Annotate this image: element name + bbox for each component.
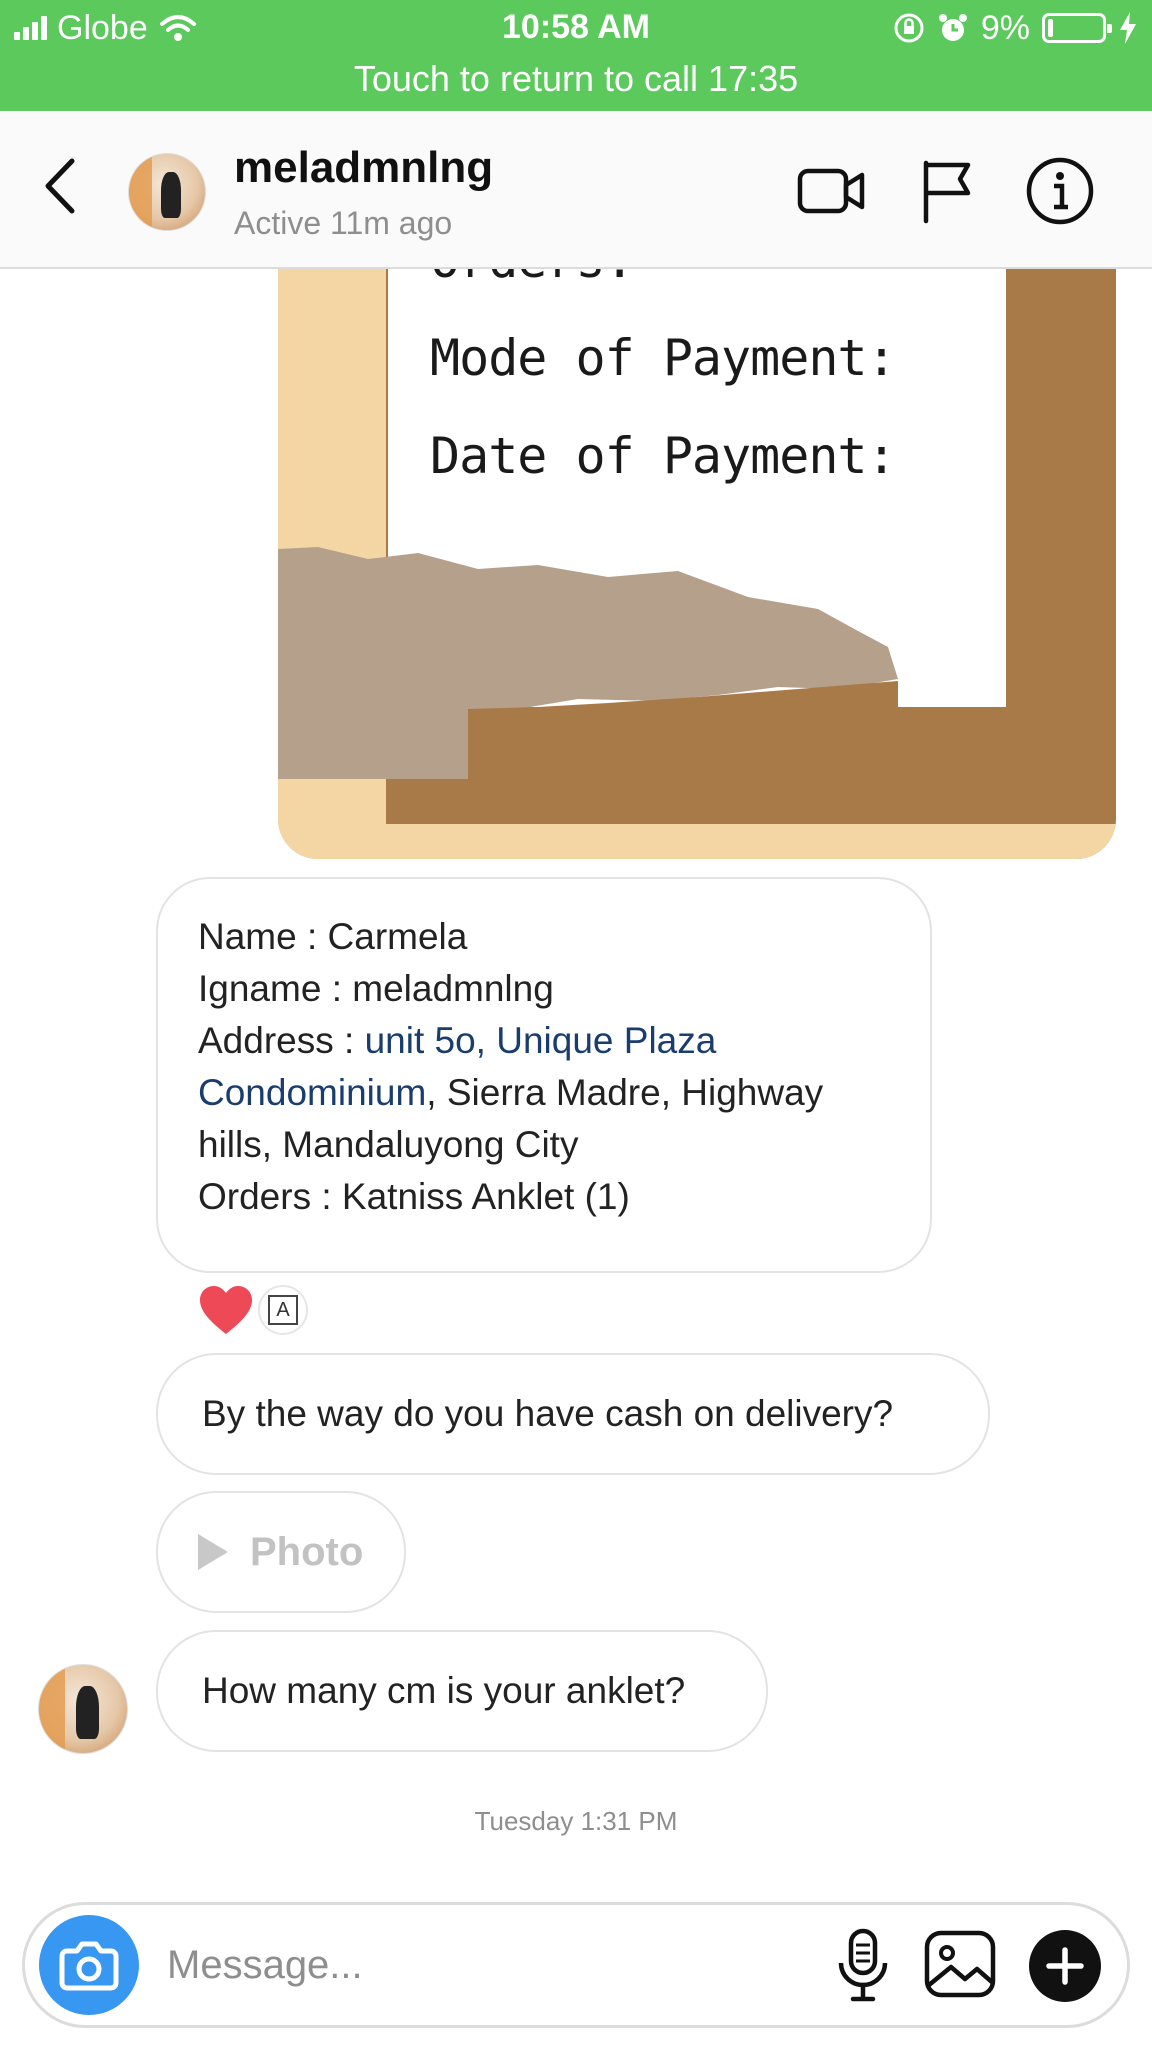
rotation-lock-icon [894,13,924,43]
camera-button[interactable] [39,1915,139,2015]
return-to-call-banner[interactable]: Touch to return to call 17:35 [0,58,1152,100]
expired-photo-message[interactable]: Photo [156,1491,406,1613]
message-reactions[interactable]: A [198,1284,308,1336]
plus-button[interactable] [1029,1930,1101,2002]
torn-paper-graphic [278,547,898,779]
plus-icon [1046,1947,1084,1985]
avatar[interactable] [128,153,206,231]
activity-status: Active 11m ago [234,205,453,241]
image-text-orders: Orders: [430,269,635,289]
microphone-icon[interactable] [823,1925,903,2005]
seen-avatar-icon: A [258,1285,308,1335]
charging-bolt-icon [1120,12,1136,44]
play-icon [198,1534,228,1570]
message-composer [22,1902,1130,2028]
order-items: Orders : Katniss Anklet (1) [198,1176,630,1217]
image-text-mode-of-payment: Mode of Payment: [430,329,897,387]
video-call-icon[interactable] [796,155,868,227]
message-timestamp: Tuesday 1:31 PM [474,1806,678,1836]
heart-icon[interactable] [198,1284,254,1336]
flag-icon[interactable] [910,155,982,227]
order-igname: Igname : meladmnlng [198,968,554,1009]
sender-avatar[interactable] [38,1664,128,1754]
message-input[interactable] [167,1929,787,2001]
address-prefix: Address : [198,1020,365,1061]
alarm-icon [938,14,967,41]
info-icon[interactable] [1024,155,1096,227]
back-chevron-icon[interactable] [36,151,86,221]
camera-icon [59,1941,119,1991]
status-bar: Globe 10:58 AM 9% Touch to return to cal… [0,0,1152,111]
status-indicators: 9% [893,8,1138,48]
order-address: Address : unit 5o, Unique Plaza Condomin… [198,1015,890,1171]
order-details-message[interactable]: Name : Carmela Igname : meladmnlng Addre… [156,877,932,1273]
message-anklet-question[interactable]: How many cm is your anklet? [156,1630,768,1752]
battery-percent: 9% [980,8,1030,47]
gallery-icon[interactable] [921,1925,1001,2005]
message-text: By the way do you have cash on delivery? [202,1393,894,1434]
order-name: Name : Carmela [198,916,468,957]
chat-header: meladmnlng Active 11m ago [0,111,1152,269]
chat-username[interactable]: meladmnlng [234,143,493,193]
image-text-date-of-payment: Date of Payment: [430,427,897,485]
battery-icon [1042,13,1112,43]
photo-label: Photo [250,1529,364,1574]
message-cod-question[interactable]: By the way do you have cash on delivery? [156,1353,990,1475]
shared-order-form-image[interactable]: Orders: Mode of Payment: Date of Payment… [278,269,1116,859]
message-text: How many cm is your anklet? [202,1670,686,1711]
